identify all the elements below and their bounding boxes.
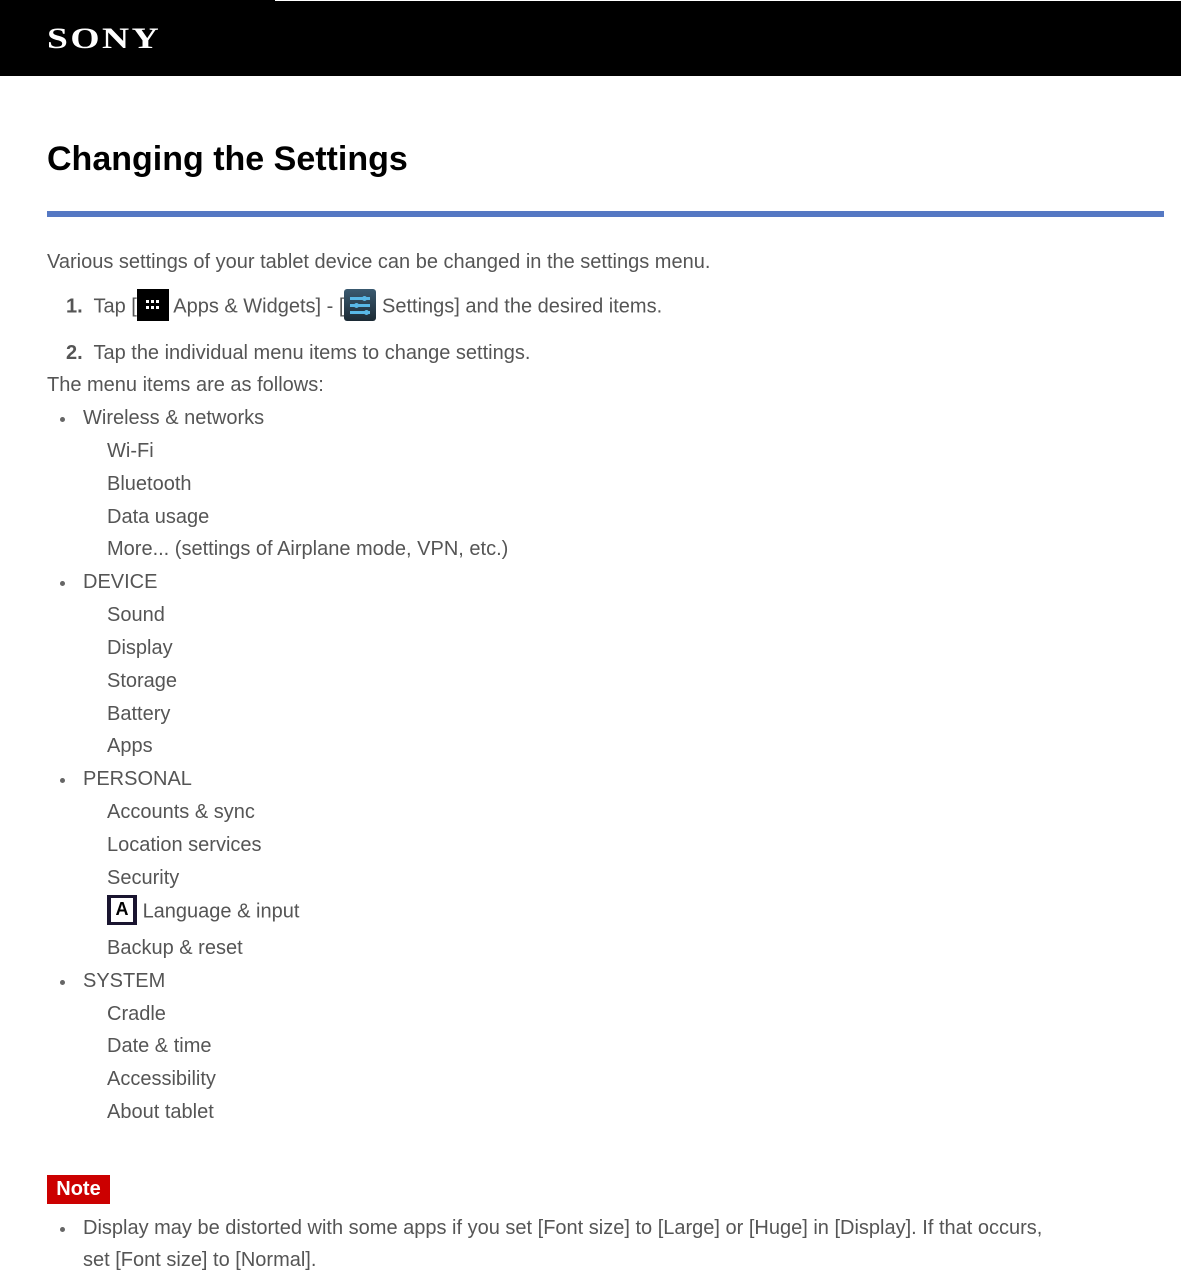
step-number: 1. <box>66 295 83 318</box>
settings-icon <box>344 289 377 321</box>
step-text: Tap the individual menu items to change … <box>93 342 531 364</box>
bullet <box>60 980 65 985</box>
menu-item: Battery <box>107 703 171 725</box>
bullet <box>60 581 65 586</box>
menu-item: Apps <box>107 735 153 757</box>
menu-item: Storage <box>107 670 178 692</box>
header-divider <box>275 0 1181 1</box>
step-2: 2. Tap the individual menu items to chan… <box>66 341 530 365</box>
bullet <box>60 417 65 422</box>
sony-logo: SONY <box>47 22 162 55</box>
title-rule <box>47 211 1164 217</box>
menu-item: Backup & reset <box>107 937 243 959</box>
category-system: SYSTEM <box>83 970 166 992</box>
menu-item: More... (settings of Airplane mode, VPN,… <box>107 538 509 560</box>
menu-item: Location services <box>107 834 262 856</box>
menu-item: Sound <box>107 604 165 626</box>
menu-item: Security <box>107 867 180 889</box>
step-number: 2. <box>66 342 83 364</box>
apps-widgets-icon <box>136 289 169 321</box>
note-badge: Note <box>47 1175 110 1204</box>
menu-item-language: A Language & input <box>107 895 300 927</box>
step-text: Settings] and the desired items. <box>376 295 663 318</box>
category-wireless: Wireless & networks <box>83 407 265 429</box>
menu-item: Cradle <box>107 1003 166 1025</box>
language-input-icon: A <box>107 895 137 925</box>
menu-item-label: Language & input <box>142 900 300 923</box>
category-personal: PERSONAL <box>83 768 192 790</box>
note-text: set [Font size] to [Normal]. <box>83 1249 317 1271</box>
intro-text: Various settings of your tablet device c… <box>47 251 711 273</box>
menu-item: Wi-Fi <box>107 440 154 462</box>
menu-item: Date & time <box>107 1035 212 1057</box>
step-text: Apps & Widgets] - [ <box>168 295 345 318</box>
menu-item: Bluetooth <box>107 473 192 495</box>
menu-item: Accounts & sync <box>107 801 255 823</box>
page-title: Changing the Settings <box>47 140 408 178</box>
step-text: Tap [ <box>93 295 137 318</box>
menu-item: About tablet <box>107 1101 214 1123</box>
step-1: 1. Tap [ Apps & Widgets] - [ Settings] a… <box>66 289 663 323</box>
category-device: DEVICE <box>83 571 158 593</box>
header-bar: SONY <box>0 0 1181 76</box>
bullet <box>60 778 65 783</box>
menu-item: Data usage <box>107 506 210 528</box>
menu-item: Display <box>107 637 173 659</box>
bullet <box>60 1227 65 1232</box>
note-text: Display may be distorted with some apps … <box>83 1217 1043 1239</box>
menu-item: Accessibility <box>107 1068 216 1090</box>
list-intro: The menu items are as follows: <box>47 374 324 396</box>
